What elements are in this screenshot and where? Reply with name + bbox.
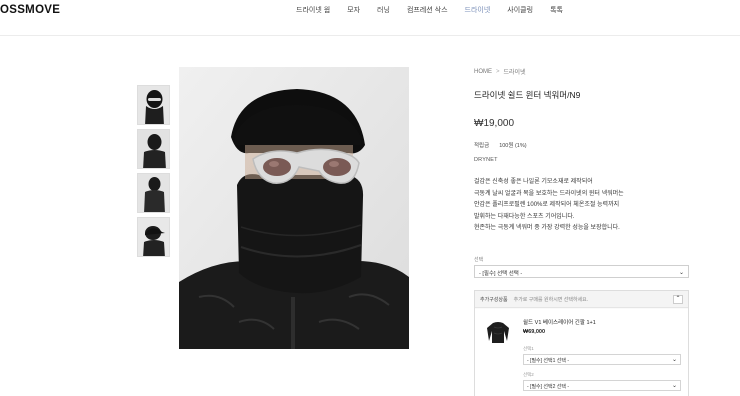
addon-item-image[interactable]: [485, 319, 511, 345]
main-nav: 드라이넷 웜 모자 러닝 컴프레션 삭스 드라이넷 사이클링 톡톡: [296, 5, 580, 15]
chevron-down-icon: ⌄: [671, 383, 677, 389]
main-product-image: [179, 67, 409, 349]
description-line: 극동계 날씨 얼굴과 목을 보호하는 드라이넷의 윈터 넥워머는: [474, 190, 624, 197]
addon-option2-value: - [필수] 선택2 선택 -: [527, 384, 570, 390]
product-thumbnail[interactable]: [137, 129, 170, 169]
addon-item: 쉴드 V1 베이스레이어 긴팔 1+1 ₩69,000 선택1 - [필수] 선…: [475, 309, 688, 396]
description-line: 현존하는 극동계 넥워머 중 가장 강력한 성능을 보장합니다.: [474, 225, 620, 231]
option-select-value: - [필수] 선택 선택 -: [479, 271, 523, 277]
nav-item-running[interactable]: 러닝: [377, 5, 390, 15]
description-line: 걸감은 신축성 좋은 나일론 기모소재로 제작되어: [474, 179, 593, 185]
breadcrumb-home[interactable]: HOME: [474, 69, 492, 75]
nav-item-compression-socks[interactable]: 컴프레션 삭스: [407, 5, 448, 15]
addon-item-price: ₩69,000: [523, 329, 546, 335]
breadcrumb-current[interactable]: 드라이넷: [504, 67, 526, 76]
product-description: 걸감은 신축성 좋은 나일론 기모소재로 제작되어 극동계 날씨 얼굴과 목을 …: [474, 177, 690, 235]
nav-item-talk[interactable]: 톡톡: [550, 5, 563, 15]
brand-name: DRYNET: [474, 157, 498, 163]
addon-item-name[interactable]: 쉴드 V1 베이스레이어 긴팔 1+1: [523, 318, 596, 326]
site-header: OSSMOVE 드라이넷 웜 모자 러닝 컴프레션 삭스 드라이넷 사이클링 톡…: [0, 0, 740, 36]
product-thumbnail[interactable]: [137, 173, 170, 213]
product-title: 드라이넷 쉴드 윈터 넥워머/N9: [474, 90, 581, 100]
option-select[interactable]: - [필수] 선택 선택 - ⌄: [474, 265, 689, 278]
addon-option1-select[interactable]: - [필수] 선택1 선택 - ⌄: [523, 354, 681, 365]
product-thumbnail[interactable]: [137, 85, 170, 125]
addon-option1-value: - [필수] 선택1 선택 -: [527, 358, 570, 364]
product-price: ₩19,000: [474, 118, 515, 129]
breadcrumb-separator: >: [496, 68, 500, 75]
description-line: 발휘하는 다재다능한 스포츠 기어입니다.: [474, 213, 575, 220]
thumbnail-list: [137, 85, 170, 261]
nav-item-drynet[interactable]: 드라이넷: [465, 5, 491, 15]
addon-header: 추가구성상품 추가로 구매를 원하시면 선택하세요.: [475, 291, 688, 308]
description-line: 안감은 폴리프로필렌 100%로 제작되어 체온조절 능력까지: [474, 202, 620, 208]
site-logo[interactable]: OSSMOVE: [0, 4, 60, 16]
product-thumbnail[interactable]: [137, 217, 170, 257]
product-info: HOME > 드라이넷 드라이넷 쉴드 윈터 넥워머/N9 ₩19,000 적립…: [474, 67, 690, 235]
addon-panel: 추가구성상품 추가로 구매를 원하시면 선택하세요. ⌃ 쉴드 V1 베이스레이…: [474, 290, 689, 396]
addon-option2-select[interactable]: - [필수] 선택2 선택 - ⌄: [523, 380, 681, 391]
addon-title: 추가구성상품: [480, 297, 508, 303]
points-value: 100원 (1%): [499, 143, 527, 149]
option-label: 선택: [474, 257, 484, 263]
chevron-up-icon[interactable]: ⌃: [673, 295, 683, 304]
addon-option1-label: 선택1: [523, 346, 534, 351]
points-row: 적립금 100원 (1%): [474, 141, 690, 149]
chevron-down-icon: ⌄: [671, 357, 677, 363]
nav-item-drynet-warm[interactable]: 드라이넷 웜: [296, 5, 330, 15]
nav-item-hats[interactable]: 모자: [347, 5, 360, 15]
addon-subtitle: 추가로 구매를 원하시면 선택하세요.: [513, 297, 589, 303]
chevron-down-icon: ⌄: [678, 270, 684, 276]
breadcrumb: HOME > 드라이넷: [474, 67, 690, 77]
points-label: 적립금: [474, 143, 490, 149]
addon-option2-label: 선택2: [523, 372, 534, 377]
nav-item-cycling[interactable]: 사이클링: [507, 5, 533, 15]
